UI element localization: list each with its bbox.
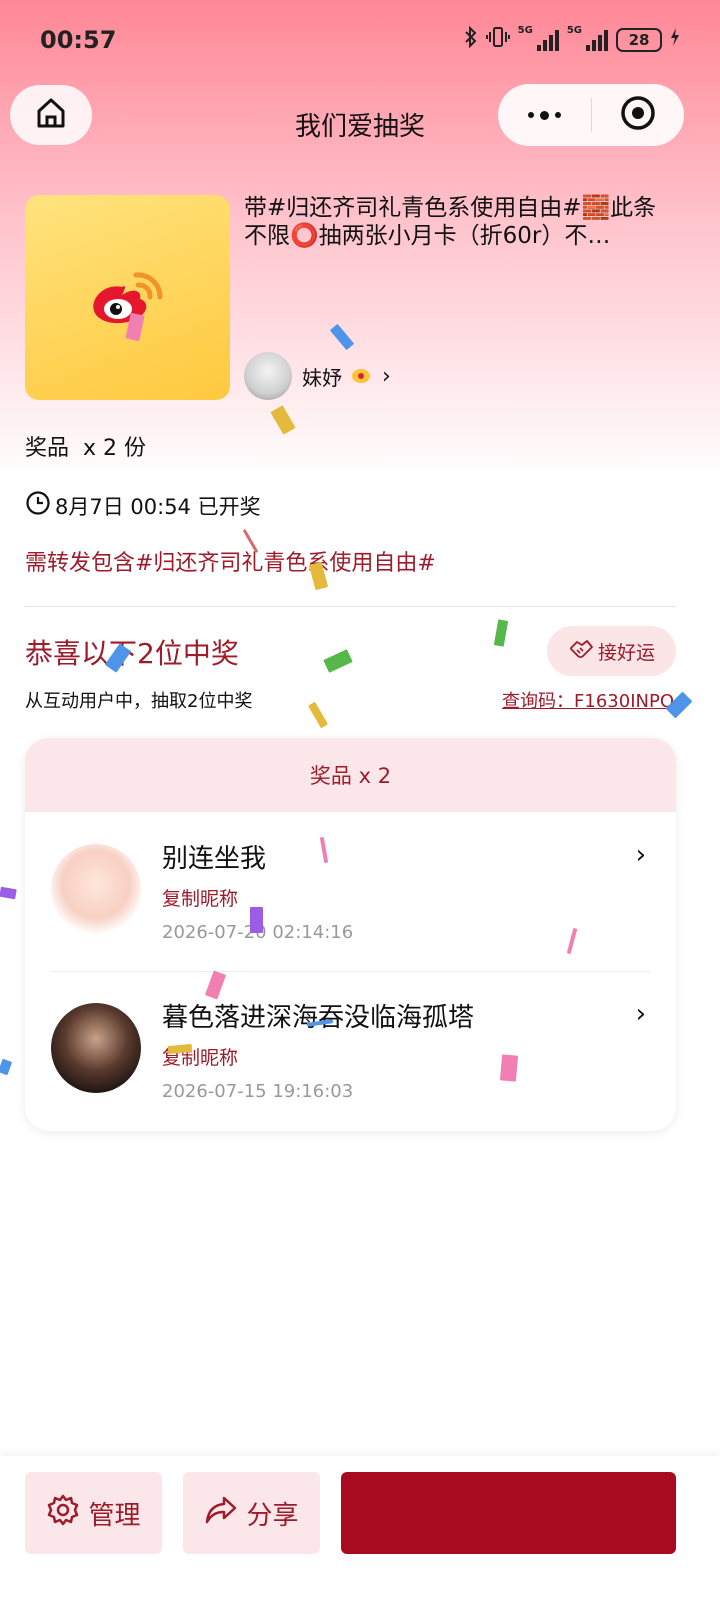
close-miniprogram-button[interactable] (592, 84, 685, 146)
share-button[interactable]: 分享 (183, 1472, 320, 1554)
sponsor-name: 妹妤 (302, 365, 342, 390)
list-item[interactable]: 别连坐我 复制昵称 2026-07-20 02:14:16 › (25, 812, 676, 971)
avatar (51, 844, 141, 934)
draw-time: 8月7日 00:54 已开奖 (25, 490, 261, 521)
list-item[interactable]: 暮色落进深海吞没临海孤塔 复制昵称 2026-07-15 19:16:03 › (25, 971, 676, 1130)
prize-title: 带#归还齐司礼青色系使用自由#🧱此条不限⭕抽两张小月卡（折60r）不… (244, 195, 657, 249)
battery-level: 28 (628, 30, 650, 49)
copy-nickname-button[interactable]: 复制昵称 (162, 884, 238, 911)
avatar (51, 1003, 141, 1093)
gear-icon (46, 1493, 80, 1534)
winner-name: 别连坐我 (162, 844, 267, 874)
signal-icon (536, 29, 559, 51)
prize-count-label: 奖品 (25, 436, 70, 461)
winners-list-card: 奖品 x 2 别连坐我 复制昵称 2026-07-20 02:14:16 › 暮… (25, 738, 676, 1131)
share-label: 分享 (246, 1500, 299, 1531)
draw-description: 从互动用户中，抽取2位中奖 (25, 691, 253, 712)
chevron-right-icon: › (635, 840, 646, 870)
mini-program-capsule (498, 84, 684, 146)
prize-image[interactable] (25, 195, 230, 400)
divider (25, 606, 676, 607)
sponsor-profile[interactable]: 妹妤 › (244, 352, 391, 400)
participation-condition: 需转发包含#归还齐司礼青色系使用自由# (25, 551, 436, 576)
query-code-link[interactable]: 查询码：F1630INPO (502, 687, 674, 713)
manage-button[interactable]: 管理 (25, 1472, 162, 1554)
network-label-1: 5G (517, 25, 533, 36)
winners-list-header: 奖品 x 2 (25, 738, 676, 812)
good-luck-button[interactable]: 接好运 (547, 626, 676, 676)
prize-count: 奖品 x 2 份 (25, 430, 146, 462)
bottom-action-bar: 管理 分享 (0, 1456, 720, 1610)
good-luck-label: 接好运 (597, 641, 655, 664)
charging-icon (670, 27, 680, 52)
weibo-badge-icon (352, 369, 370, 383)
winners-heading: 恭喜以下2位中奖 (25, 637, 239, 670)
winner-name: 暮色落进深海吞没临海孤塔 (162, 1003, 475, 1033)
bluetooth-icon (464, 25, 478, 53)
target-icon (620, 95, 656, 135)
signal-icon (586, 29, 608, 51)
network-label-2: 5G (566, 25, 582, 36)
chevron-right-icon: › (382, 363, 391, 389)
win-time: 2026-07-15 19:16:03 (162, 1081, 354, 1102)
prize-count-value: x 2 份 (83, 436, 147, 461)
status-time: 00:57 (40, 26, 117, 54)
clock-icon (25, 490, 51, 521)
status-icons: 5G 5G 28 (464, 26, 680, 53)
vibrate-icon (485, 26, 510, 53)
more-icon (527, 110, 561, 120)
handshake-icon (568, 638, 594, 665)
status-bar: 00:57 5G 5G 28 (0, 0, 720, 82)
primary-action-button[interactable] (341, 1472, 676, 1554)
draw-time-text: 8月7日 00:54 已开奖 (55, 494, 261, 519)
manage-label: 管理 (88, 1500, 141, 1531)
more-button[interactable] (498, 84, 591, 146)
share-icon (204, 1495, 238, 1532)
chevron-right-icon: › (635, 999, 646, 1029)
battery-icon: 28 (616, 27, 662, 52)
avatar (244, 352, 292, 400)
